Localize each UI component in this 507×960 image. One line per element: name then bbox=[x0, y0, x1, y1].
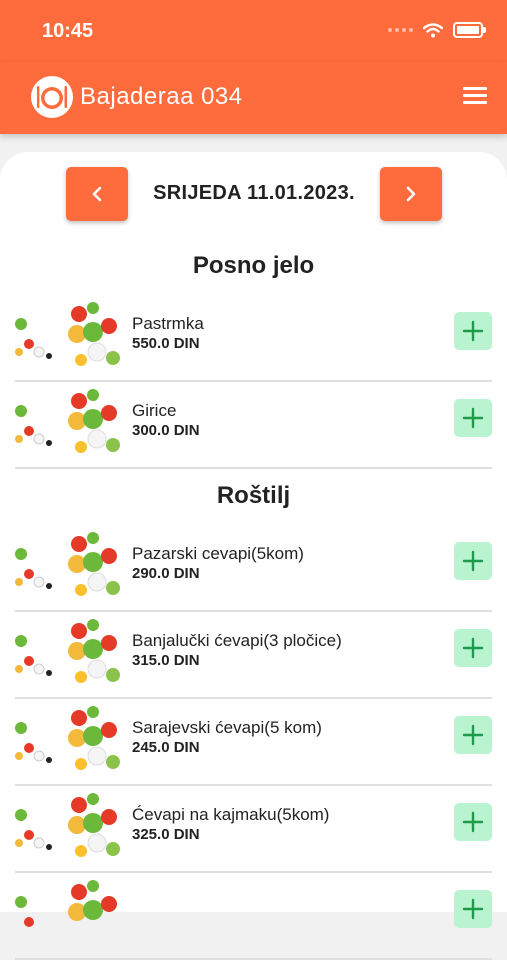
item-price: 300.0 DIN bbox=[132, 422, 200, 439]
hamburger-icon[interactable] bbox=[463, 87, 487, 109]
vegetables-image bbox=[15, 387, 121, 457]
status-time: 10:45 bbox=[42, 20, 94, 42]
vegetables-image bbox=[15, 617, 121, 687]
vegetables-image bbox=[15, 791, 121, 861]
vegetables-image bbox=[15, 878, 121, 948]
chevron-right-icon bbox=[406, 186, 416, 202]
plate-cutlery-icon bbox=[31, 76, 73, 118]
next-day-button[interactable] bbox=[380, 167, 442, 221]
item-name: Banjalučki ćevapi(3 pločice) bbox=[132, 631, 342, 650]
plus-icon bbox=[462, 811, 484, 833]
add-button[interactable] bbox=[454, 312, 492, 350]
current-date: SRIJEDA 11.01.2023. bbox=[153, 182, 355, 204]
vegetables-image bbox=[15, 704, 121, 774]
menu-item: Banjalučki ćevapi(3 pločice) 315.0 DIN bbox=[15, 611, 492, 699]
battery-icon bbox=[453, 22, 486, 38]
item-price: 245.0 DIN bbox=[132, 739, 200, 756]
add-button[interactable] bbox=[454, 542, 492, 580]
add-button[interactable] bbox=[454, 716, 492, 754]
menu-item: Ćevapi na kajmaku(5kom) 325.0 DIN bbox=[15, 785, 492, 873]
plus-icon bbox=[462, 637, 484, 659]
item-name: Girice bbox=[132, 401, 177, 420]
vegetables-image bbox=[15, 530, 121, 600]
vegetables-image bbox=[15, 300, 121, 370]
chevron-left-icon bbox=[92, 186, 102, 202]
item-name: Sarajevski ćevapi(5 kom) bbox=[132, 718, 322, 737]
add-button[interactable] bbox=[454, 629, 492, 667]
plus-icon bbox=[462, 320, 484, 342]
item-price: 290.0 DIN bbox=[132, 565, 200, 582]
menu-item: Pastrmka 550.0 DIN bbox=[15, 294, 492, 382]
menu-item bbox=[15, 872, 492, 960]
status-icons bbox=[388, 22, 486, 38]
plus-icon bbox=[462, 550, 484, 572]
app-bar: Bajaderaa 034 bbox=[0, 62, 507, 134]
status-bar: 10:45 bbox=[0, 0, 507, 62]
previous-day-button[interactable] bbox=[66, 167, 128, 221]
add-button[interactable] bbox=[454, 803, 492, 841]
menu-item: Sarajevski ćevapi(5 kom) 245.0 DIN bbox=[15, 698, 492, 786]
menu-item: Pazarski cevapi(5kom) 290.0 DIN bbox=[15, 524, 492, 612]
item-price: 315.0 DIN bbox=[132, 652, 200, 669]
item-name: Pazarski cevapi(5kom) bbox=[132, 544, 304, 563]
section-title: Posno jelo bbox=[192, 252, 315, 279]
item-price: 550.0 DIN bbox=[132, 335, 200, 352]
section-title: Roštilj bbox=[216, 482, 291, 509]
item-name: Ćevapi na kajmaku(5kom) bbox=[132, 805, 330, 824]
menu-item: Girice 300.0 DIN bbox=[15, 381, 492, 469]
app-title: Bajaderaa 034 bbox=[80, 83, 243, 110]
add-button[interactable] bbox=[454, 890, 492, 928]
plus-icon bbox=[462, 898, 484, 920]
menu-sheet: SRIJEDA 11.01.2023. Posno jelo Pastrmka … bbox=[0, 152, 507, 960]
item-name: Pastrmka bbox=[132, 314, 204, 333]
plus-icon bbox=[462, 407, 484, 429]
item-price: 325.0 DIN bbox=[132, 826, 200, 843]
add-button[interactable] bbox=[454, 399, 492, 437]
plus-icon bbox=[462, 724, 484, 746]
cellular-signal-icon bbox=[388, 28, 413, 32]
wifi-icon bbox=[423, 22, 443, 37]
